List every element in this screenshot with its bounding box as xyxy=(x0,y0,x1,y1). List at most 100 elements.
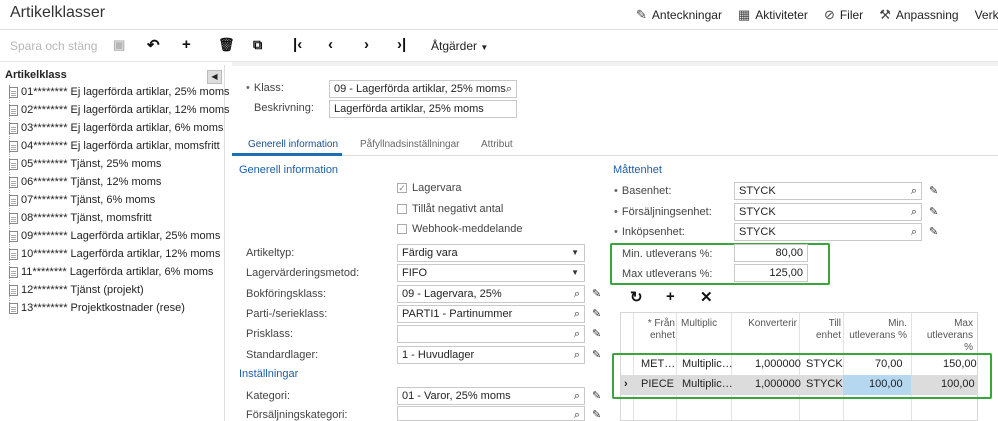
item-type-select[interactable]: Färdig vara ▼ xyxy=(397,244,585,262)
category-field[interactable]: 01 - Varor, 25% moms ⌕ xyxy=(397,387,585,405)
base-unit-field[interactable]: STYCK ⌕ xyxy=(734,182,922,200)
base-unit-value: STYCK xyxy=(739,185,776,197)
allow-negative-checkbox[interactable]: Tillåt negativt antal xyxy=(397,203,503,215)
search-icon[interactable]: ⌕ xyxy=(911,183,917,199)
tree-item-label: 09******** Lagerförda artiklar, 25% moms xyxy=(21,230,221,242)
search-icon[interactable]: ⌕ xyxy=(574,306,580,322)
stock-item-checkbox[interactable]: ✓ Lagervara xyxy=(397,182,462,194)
sales-unit-label-text: Försäljningsenhet: xyxy=(621,206,712,218)
tree-item[interactable]: 08******** Tjänst, momsfritt xyxy=(9,209,152,227)
header-multiply[interactable]: Multiplic xyxy=(681,318,729,330)
pencil-icon[interactable]: ✎ xyxy=(592,348,601,361)
pencil-icon[interactable]: ✎ xyxy=(592,307,601,320)
sales-unit-value: STYCK xyxy=(739,206,776,218)
tree-item[interactable]: 02******** Ej lagerförda artiklar, 12% m… xyxy=(9,101,230,119)
checkbox-label: Webhook-meddelande xyxy=(412,223,523,235)
refresh-icon[interactable]: ↻ xyxy=(630,288,643,306)
header-separator xyxy=(232,62,998,66)
delete-icon[interactable]: 🗑 xyxy=(218,37,235,53)
search-icon[interactable]: ⌕ xyxy=(574,347,580,363)
tree-item[interactable]: 05******** Tjänst, 25% moms xyxy=(9,155,161,173)
add-icon[interactable]: + xyxy=(182,36,191,53)
class-field[interactable]: 09 - Lagerförda artiklar, 25% moms ⌕ xyxy=(329,80,517,98)
description-field[interactable]: Lagerförda artiklar, 25% moms xyxy=(329,100,517,118)
actions-label: Åtgärder xyxy=(431,39,478,53)
purchase-unit-field[interactable]: STYCK ⌕ xyxy=(734,223,922,241)
files-link[interactable]: ⊘ Filer xyxy=(824,7,863,23)
price-class-field[interactable]: ⌕ xyxy=(397,325,585,343)
tree-item-selected[interactable]: 09******** Lagerförda artiklar, 25% moms xyxy=(9,227,220,245)
pencil-icon[interactable]: ✎ xyxy=(592,389,601,402)
header-to-unit[interactable]: Till enhet xyxy=(801,318,841,342)
default-warehouse-field[interactable]: 1 - Huvudlager ⌕ xyxy=(397,346,585,364)
tools-link[interactable]: Verktyg xyxy=(975,7,998,23)
tab-attributes[interactable]: Attribut xyxy=(481,139,513,150)
search-icon[interactable]: ⌕ xyxy=(911,204,917,220)
pencil-icon[interactable]: ✎ xyxy=(592,408,601,421)
document-icon xyxy=(9,266,18,278)
pencil-icon[interactable]: ✎ xyxy=(592,287,601,300)
valuation-method-label: Lagervärderingsmetod: xyxy=(246,267,360,279)
search-icon[interactable]: ⌕ xyxy=(574,286,580,302)
tree-item-label: 06******** Tjänst, 12% moms xyxy=(21,176,162,188)
tree-item[interactable]: 11******** Lagerförda artiklar, 6% moms xyxy=(9,263,213,281)
tree-item[interactable]: 10******** Lagerförda artiklar, 12% moms xyxy=(9,245,220,263)
webhook-checkbox[interactable]: Webhook-meddelande xyxy=(397,223,522,235)
tree-item[interactable]: 06******** Tjänst, 12% moms xyxy=(9,173,161,191)
tools-label: Verktyg xyxy=(974,8,998,22)
search-icon[interactable]: ⌕ xyxy=(574,326,580,342)
search-icon[interactable]: ⌕ xyxy=(911,224,917,240)
pencil-icon[interactable]: ✎ xyxy=(929,205,938,218)
header-from-unit[interactable]: * Från enhet xyxy=(637,318,675,342)
copy-paste-icon[interactable]: ⧉ xyxy=(253,37,262,53)
first-record-icon[interactable]: |‹ xyxy=(293,36,302,53)
tree-item[interactable]: 12******** Tjänst (projekt) xyxy=(9,281,144,299)
active-tab-indicator xyxy=(232,153,342,156)
customization-link[interactable]: ⚒ Anpassning xyxy=(879,7,958,23)
tree-item[interactable]: 03******** Ej lagerförda artiklar, 6% mo… xyxy=(9,119,223,137)
sales-category-field[interactable]: ⌕ xyxy=(397,406,585,421)
posting-class-field[interactable]: 09 - Lagervara, 25% ⌕ xyxy=(397,285,585,303)
actions-menu[interactable]: Åtgärder ▼ xyxy=(431,39,488,53)
collapse-panel-icon[interactable]: ◀ xyxy=(207,70,222,84)
description-label: Beskrivning: xyxy=(254,102,314,114)
checkbox-icon xyxy=(397,204,407,214)
tree-item[interactable]: 07******** Tjänst, 6% moms xyxy=(9,191,155,209)
save-icon[interactable]: ▣ xyxy=(113,37,125,53)
save-close-button[interactable]: Spara och stäng xyxy=(10,39,97,53)
header-max-receipt[interactable]: Max utleverans % xyxy=(917,318,973,354)
last-record-icon[interactable]: ›| xyxy=(397,36,406,53)
document-icon xyxy=(9,212,18,224)
add-row-icon[interactable]: + xyxy=(666,288,675,305)
customization-label: Anpassning xyxy=(895,8,959,22)
settings-section-title: Inställningar xyxy=(239,368,299,380)
undo-icon[interactable]: ↶ xyxy=(147,36,160,54)
header-min-receipt[interactable]: Min. utleverans % xyxy=(849,318,907,342)
pencil-icon[interactable]: ✎ xyxy=(929,225,938,238)
previous-record-icon[interactable]: ‹ xyxy=(328,36,333,53)
delete-row-icon[interactable]: ✕ xyxy=(700,288,713,306)
next-record-icon[interactable]: › xyxy=(364,36,369,53)
tree-item[interactable]: 13******** Projektkostnader (rese) xyxy=(9,299,185,317)
purchase-unit-value: STYCK xyxy=(739,226,776,238)
valuation-method-select[interactable]: FIFO ▼ xyxy=(397,264,585,282)
header-conversion[interactable]: Konverterir xyxy=(733,318,797,330)
title-bar: Artikelklasser ✎ Anteckningar ▦ Aktivite… xyxy=(0,0,998,30)
document-icon xyxy=(9,284,18,296)
tree-item[interactable]: 01******** Ej lagerförda artiklar, 25% m… xyxy=(9,83,230,101)
tab-general[interactable]: Generell information xyxy=(248,139,338,150)
notes-link[interactable]: ✎ Anteckningar xyxy=(636,7,722,23)
tree-item[interactable]: 04******** Ej lagerförda artiklar, momsf… xyxy=(9,137,220,155)
pencil-icon[interactable]: ✎ xyxy=(929,184,938,197)
sales-unit-field[interactable]: STYCK ⌕ xyxy=(734,203,922,221)
tab-replenishment[interactable]: Påfyllnadsinställningar xyxy=(360,139,460,150)
activities-link[interactable]: ▦ Aktiviteter xyxy=(738,7,808,23)
pencil-icon[interactable]: ✎ xyxy=(592,327,601,340)
min-receipt-field[interactable]: 80,00 xyxy=(734,244,808,262)
search-icon[interactable]: ⌕ xyxy=(574,388,580,404)
max-receipt-field[interactable]: 125,00 xyxy=(734,264,808,282)
lot-serial-class-field[interactable]: PARTI1 - Partinummer ⌕ xyxy=(397,305,585,323)
tree-item-label: 12******** Tjänst (projekt) xyxy=(21,284,144,296)
search-icon[interactable]: ⌕ xyxy=(574,407,580,420)
search-icon[interactable]: ⌕ xyxy=(506,81,512,97)
